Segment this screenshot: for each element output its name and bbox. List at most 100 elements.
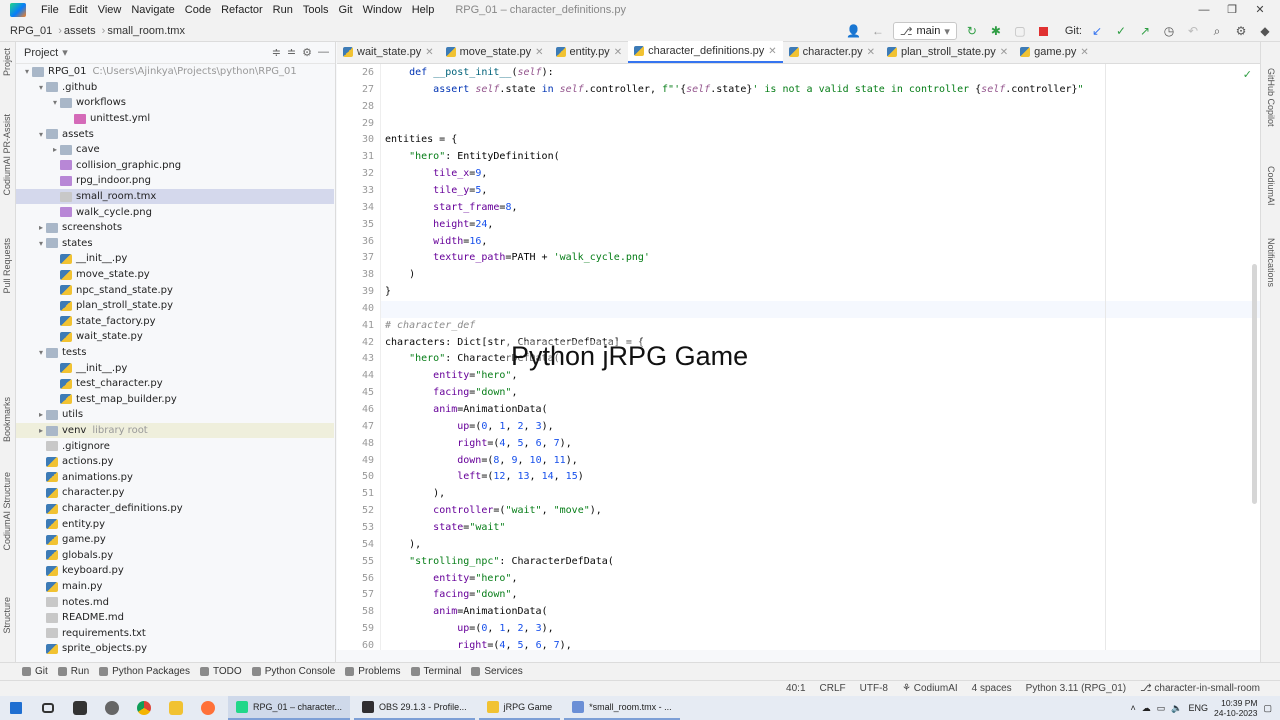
tree-file[interactable]: character.py (16, 485, 334, 501)
tree-folder[interactable]: ▾ .github (16, 80, 334, 96)
tree-file[interactable]: small_room.tmx (16, 188, 334, 205)
tool-window-python-console[interactable]: Python Console (251, 666, 335, 677)
tool-window-problems[interactable]: Problems (345, 666, 401, 677)
status-interpreter[interactable]: Python 3.11 (RPG_01) (1026, 683, 1126, 694)
tree-file[interactable]: collision_graphic.png (16, 158, 334, 174)
menu-git[interactable]: Git (334, 4, 358, 16)
tree-file[interactable]: requirements.txt (16, 626, 334, 642)
tree-file[interactable]: sprite_objects.py (16, 641, 334, 657)
code-line[interactable]: tile_x=9, (385, 166, 487, 183)
network-icon[interactable]: ▭ (1157, 703, 1166, 714)
menu-edit[interactable]: Edit (64, 4, 93, 16)
branch-selector[interactable]: ⎇ main ▾ (892, 22, 957, 40)
editor-tab[interactable]: character.py ✕ (783, 41, 881, 63)
pull-requests-tab[interactable]: Pull Requests (2, 238, 12, 294)
breadcrumb-project[interactable]: RPG_01 (0, 25, 52, 37)
code-line[interactable]: state="wait" (385, 520, 505, 537)
task-view-icon[interactable] (32, 696, 64, 720)
code-line[interactable]: tile_y=5, (385, 183, 487, 200)
codiumai-structure-tab[interactable]: CodiumAI Structure (2, 472, 12, 551)
windows-start-icon[interactable] (0, 696, 32, 720)
notification-icon[interactable]: ▢ (1263, 703, 1272, 714)
tree-file[interactable]: notes.md (16, 594, 334, 610)
project-panel-title[interactable]: Project (24, 47, 58, 59)
code-line[interactable]: facing="down", (385, 587, 517, 604)
search-icon[interactable]: ⌕ (1208, 22, 1226, 40)
tree-file[interactable]: entity.py (16, 516, 334, 532)
code-line[interactable]: height=24, (385, 217, 493, 234)
taskbar-app[interactable]: OBS 29.1.3 - Profile... (354, 696, 475, 720)
status-branch[interactable]: ⎇ character-in-small-room (1140, 683, 1260, 694)
chevron-right-icon[interactable]: ▸ (50, 145, 60, 154)
tree-file[interactable]: animations.py (16, 470, 334, 486)
status-caret-position[interactable]: 40:1 (786, 683, 805, 694)
menu-tools[interactable]: Tools (298, 4, 334, 16)
code-line[interactable]: anim=AnimationData( (385, 402, 547, 419)
tree-folder[interactable]: ▸ utils (16, 407, 334, 423)
tree-file[interactable]: character_definitions.py (16, 501, 334, 517)
tree-file[interactable]: move_state.py (16, 267, 334, 283)
editor-tab[interactable]: move_state.py ✕ (440, 41, 550, 63)
tree-folder[interactable]: ▾ tests (16, 345, 334, 361)
code-line[interactable]: # character_def (385, 318, 475, 335)
collapse-all-icon[interactable]: ≐ (287, 46, 296, 59)
close-tab-icon[interactable]: ✕ (535, 47, 543, 58)
tree-file[interactable]: unittest.yml (16, 111, 334, 127)
github-copilot-tab[interactable]: GitHub Copilot (1266, 68, 1276, 127)
menu-view[interactable]: View (93, 4, 127, 16)
menu-run[interactable]: Run (268, 4, 298, 16)
code-line[interactable]: right=(4, 5, 6, 7), (385, 638, 571, 650)
code-line[interactable]: ), (385, 486, 445, 503)
close-tab-icon[interactable]: ✕ (867, 47, 875, 58)
tree-file[interactable]: __init__.py (16, 360, 334, 376)
cloud-icon[interactable]: ☁ (1142, 703, 1151, 714)
code-line[interactable]: ), (385, 537, 421, 554)
codiumai-tab[interactable]: CodiumAI (1266, 166, 1276, 206)
close-tab-icon[interactable]: ✕ (768, 46, 776, 57)
debug-icon[interactable]: ✱ (987, 22, 1005, 40)
tree-file[interactable]: rpg_indoor.png (16, 173, 334, 189)
chevron-right-icon[interactable]: ▸ (36, 410, 46, 419)
chevron-down-icon[interactable]: ▾ (22, 67, 32, 76)
tool-window-git[interactable]: Git (22, 666, 48, 677)
git-push-icon[interactable]: ↗ (1136, 22, 1154, 40)
tool-window-run[interactable]: Run (57, 666, 89, 677)
tree-folder[interactable]: ▾ assets (16, 126, 334, 142)
menu-help[interactable]: Help (407, 4, 440, 16)
code-line[interactable]: facing="down", (385, 385, 517, 402)
volume-icon[interactable]: 🔈 (1171, 703, 1182, 714)
tree-file[interactable]: main.py (16, 579, 334, 595)
code-line[interactable]: down=(8, 9, 10, 11), (385, 453, 577, 470)
chevron-down-icon[interactable]: ▾ (62, 46, 68, 59)
history-icon[interactable]: ◷ (1160, 22, 1178, 40)
code-line[interactable]: controller=("wait", "move"), (385, 503, 602, 520)
taskbar-app[interactable]: *small_room.tmx - ... (564, 696, 680, 720)
code-line[interactable]: up=(0, 1, 2, 3), (385, 419, 553, 436)
codiumai-pr-assist-tab[interactable]: CodiumAI PR-Assist (2, 114, 12, 196)
hide-panel-icon[interactable]: — (318, 46, 329, 59)
git-commit-icon[interactable]: ✓ (1112, 22, 1130, 40)
code-line[interactable]: def __post_init__(self): (385, 65, 554, 82)
tree-file[interactable]: keyboard.py (16, 563, 334, 579)
editor-tab[interactable]: entity.py ✕ (550, 41, 629, 63)
menu-code[interactable]: Code (180, 4, 216, 16)
chevron-down-icon[interactable]: ▾ (36, 348, 46, 357)
git-update-icon[interactable]: ↙ (1088, 22, 1106, 40)
ide-logo-icon[interactable]: ◆ (1256, 22, 1274, 40)
code-line[interactable]: texture_path=PATH + 'walk_cycle.png' (385, 250, 650, 267)
editor-scrollbar[interactable] (1252, 264, 1257, 504)
tree-file[interactable]: state_factory.py (16, 314, 334, 330)
code-line[interactable]: ) (385, 267, 415, 284)
code-line[interactable]: entity="hero", (385, 571, 517, 588)
menu-navigate[interactable]: Navigate (126, 4, 179, 16)
code-line[interactable]: up=(0, 1, 2, 3), (385, 621, 553, 638)
code-line[interactable]: } (385, 284, 391, 301)
tree-file[interactable]: test_map_builder.py (16, 392, 334, 408)
settings-icon[interactable] (96, 696, 128, 720)
editor-tab[interactable]: wait_state.py ✕ (337, 41, 440, 63)
status-plugin[interactable]: ⚘ CodiumAI (902, 683, 958, 694)
chrome-icon[interactable] (128, 696, 160, 720)
tree-file[interactable]: plan_stroll_state.py (16, 298, 334, 314)
chevron-right-icon[interactable]: ▸ (36, 426, 46, 435)
menu-refactor[interactable]: Refactor (216, 4, 268, 16)
